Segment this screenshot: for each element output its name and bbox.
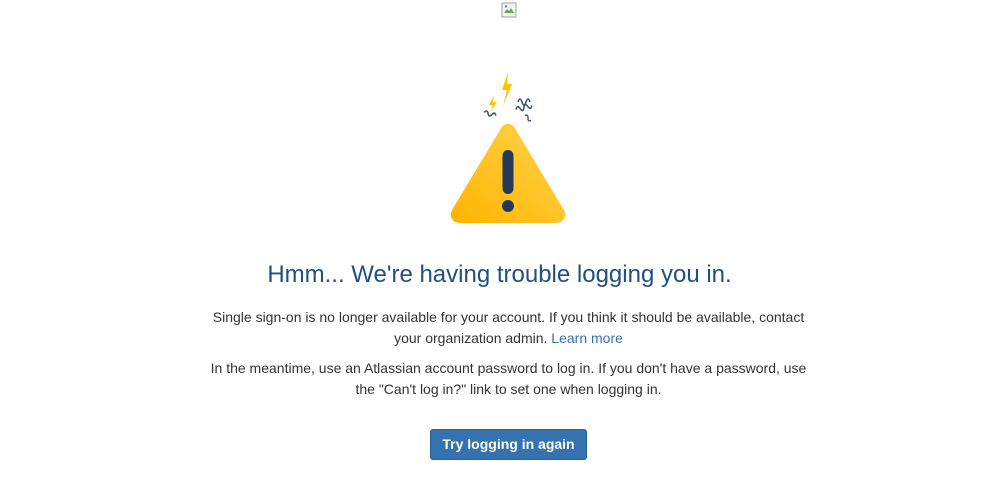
- sso-message-text: Single sign-on is no longer available fo…: [212, 309, 805, 346]
- small-lightning-icon: [489, 96, 497, 112]
- lightning-bolt-icon: [502, 72, 512, 106]
- learn-more-link[interactable]: Learn more: [551, 330, 623, 346]
- sso-message: Single sign-on is no longer available fo…: [200, 307, 817, 349]
- squiggle-icon: [517, 98, 531, 106]
- page-title: Hmm... We're having trouble logging you …: [267, 261, 732, 288]
- login-error-page: Hmm... We're having trouble logging you …: [0, 0, 999, 502]
- password-instructions: In the meantime, use an Atlassian accoun…: [210, 360, 807, 397]
- broken-image-icon: [501, 2, 517, 18]
- try-again-button[interactable]: Try logging in again: [430, 429, 587, 460]
- warning-triangle-icon: [450, 72, 566, 223]
